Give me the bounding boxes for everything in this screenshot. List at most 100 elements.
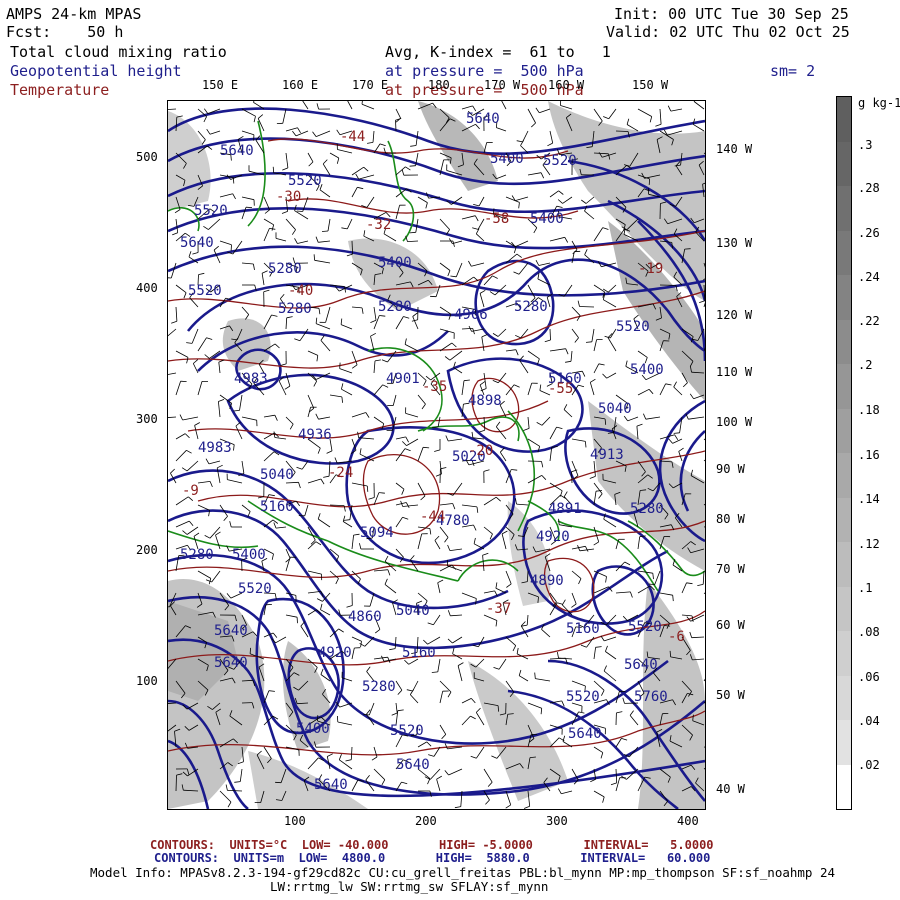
wind-barb-flag <box>447 610 451 616</box>
wind-barb-flag <box>445 435 449 442</box>
wind-barb-flag <box>194 422 200 426</box>
wind-barb <box>197 337 207 352</box>
height-label: 5520 <box>188 283 222 299</box>
wind-barb-flag <box>630 591 633 598</box>
wind-barb-flag <box>366 666 371 672</box>
wind-barb <box>570 350 573 362</box>
temperature-label: -6 <box>668 629 685 645</box>
wind-barb-flag <box>479 381 486 386</box>
colorbar-bin <box>837 319 851 364</box>
wind-barb-flag <box>434 535 440 541</box>
height-label: 5520 <box>543 153 577 169</box>
wind-barb <box>285 127 298 132</box>
colorbar-label: .18 <box>858 403 880 417</box>
y-axis-tick: 200 <box>136 543 158 557</box>
wind-barb <box>168 372 177 375</box>
wind-barb-flag <box>561 700 565 707</box>
wind-barb-flag <box>315 236 319 243</box>
wind-barb <box>395 120 397 132</box>
wind-barb-flag <box>436 775 443 780</box>
model-title: AMPS 24-km MPAS <box>6 5 142 23</box>
wind-barb-flag <box>565 348 569 355</box>
wind-barb <box>350 746 353 760</box>
lon-label-right: 80 W <box>716 512 745 526</box>
wind-barb <box>593 284 605 293</box>
wind-barb <box>483 526 493 535</box>
wind-barb <box>325 306 331 323</box>
colorbar-bin <box>837 408 851 453</box>
wind-barb <box>395 108 401 119</box>
wind-barb <box>402 504 419 507</box>
wind-barb <box>673 386 683 396</box>
wind-barb-flag <box>472 227 479 230</box>
height-label: 4898 <box>468 393 502 409</box>
wind-barb-flag <box>497 705 499 712</box>
wind-barb <box>351 166 364 176</box>
wind-barb-flag <box>434 449 441 452</box>
wind-barb <box>654 570 661 585</box>
wind-barb <box>461 592 477 599</box>
wind-barb-flag <box>643 413 647 420</box>
wind-barb <box>461 504 478 508</box>
wind-barb-flag <box>402 441 407 446</box>
wind-barb <box>405 413 419 418</box>
colorbar-bin <box>837 186 851 231</box>
wind-barb <box>549 328 551 341</box>
wind-barb <box>439 724 447 735</box>
wind-barb <box>436 779 441 792</box>
height-label: 5160 <box>402 645 436 661</box>
wind-barb <box>549 130 554 144</box>
wind-barb <box>285 317 288 330</box>
wind-barb-flag <box>294 238 298 244</box>
wind-barb <box>384 584 397 594</box>
wind-barb-flag <box>533 227 538 234</box>
wind-barb-flag <box>192 252 199 255</box>
wind-barb <box>703 678 705 682</box>
field-height-label: Geopotential height <box>10 62 182 80</box>
wind-barb <box>295 130 309 137</box>
wind-barb-flag <box>481 334 488 338</box>
wind-barb <box>351 482 368 487</box>
wind-barb <box>483 496 497 506</box>
wind-barb <box>461 698 472 704</box>
wind-barb <box>241 196 255 201</box>
wind-barb-flag <box>652 573 654 580</box>
wind-barb-flag <box>518 669 522 676</box>
wind-barb-flag <box>571 603 577 608</box>
wind-barb-flag <box>374 359 381 362</box>
colorbar-label: .2 <box>858 358 873 372</box>
wind-barb-flag <box>655 123 662 127</box>
wind-barb-flag <box>686 582 693 585</box>
wind-barb <box>481 336 485 352</box>
wind-barb <box>395 188 407 198</box>
wind-barb-flag <box>273 522 277 529</box>
wind-barb-flag <box>188 251 192 258</box>
wind-barb <box>395 316 404 330</box>
colorbar-bin <box>837 230 851 275</box>
wind-barb <box>549 426 557 440</box>
height-label: 4906 <box>454 307 488 323</box>
wind-barb-flag <box>365 775 370 781</box>
wind-barb <box>329 394 342 398</box>
wind-barb <box>285 152 289 168</box>
wind-barb <box>392 394 397 406</box>
wind-barb-flag <box>563 491 568 497</box>
wind-barb-flag <box>249 647 251 654</box>
wind-barb <box>439 691 444 704</box>
wind-barb <box>304 504 309 516</box>
wind-barb-flag <box>205 458 210 465</box>
wind-barb-flag <box>204 535 211 539</box>
wind-barb-flag <box>513 271 520 275</box>
wind-barb <box>301 460 309 470</box>
wind-barb-flag <box>170 468 175 474</box>
height-label: 5640 <box>466 111 500 127</box>
wind-barb <box>563 409 573 418</box>
wind-barb-flag <box>463 379 470 382</box>
wind-barb-flag <box>274 343 280 349</box>
wind-barb <box>606 372 617 379</box>
wind-barb <box>586 636 595 648</box>
wind-barb-flag <box>539 384 542 391</box>
wind-barb <box>629 715 639 726</box>
y-axis-tick: 500 <box>136 150 158 164</box>
wind-barb-flag <box>516 647 519 654</box>
